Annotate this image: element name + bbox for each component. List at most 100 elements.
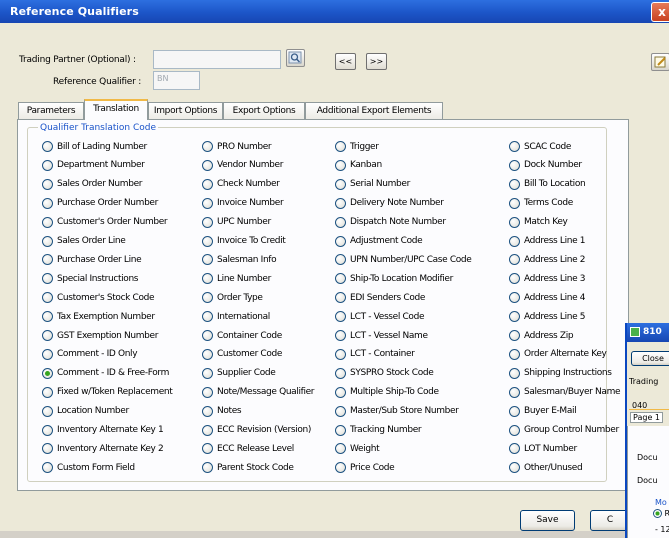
radio-button-icon [202, 330, 213, 341]
radio-option[interactable]: Order Type [202, 291, 263, 304]
radio-button-icon [509, 141, 520, 152]
radio-option[interactable]: Department Number [42, 159, 145, 172]
radio-option[interactable]: Inventory Alternate Key 2 [42, 442, 164, 455]
radio-option[interactable]: Dispatch Note Number [335, 216, 446, 229]
radio-option[interactable]: Tax Exemption Number [42, 310, 155, 323]
radio-option[interactable]: LCT - Vessel Name [335, 329, 428, 342]
radio-option-label: Ship-To Location Modifier [350, 273, 453, 284]
radio-option[interactable]: Order Alternate Key [509, 348, 607, 361]
radio-option[interactable]: Notes [202, 405, 242, 418]
radio-option[interactable]: PRO Number [202, 140, 272, 153]
radio-option-label: Kanban [350, 160, 382, 171]
radio-option[interactable]: Inventory Alternate Key 1 [42, 424, 164, 437]
radio-button-icon [509, 216, 520, 228]
radio-option[interactable]: Price Code [335, 461, 395, 474]
radio-option[interactable]: Customer Code [202, 348, 282, 361]
radio-option[interactable]: Serial Number [335, 178, 410, 191]
radio-option[interactable]: Adjustment Code [335, 235, 423, 248]
radio-option[interactable]: Salesman Info [202, 253, 277, 266]
radio-option[interactable]: Custom Form Field [42, 461, 135, 474]
title-bar[interactable]: Reference Qualifiers x [0, 0, 669, 23]
radio-option[interactable]: ECC Release Level [202, 442, 294, 455]
radio-option[interactable]: Address Line 5 [509, 310, 586, 323]
second-window-tab[interactable]: Page 1 [630, 412, 663, 423]
second-window[interactable]: 810 Close Trading 040 Page 1 Docu Docu M… [625, 323, 669, 538]
radio-option[interactable]: ECC Revision (Version) [202, 424, 311, 437]
radio-option[interactable]: Master/Sub Store Number [335, 405, 459, 418]
radio-option[interactable]: Bill of Lading Number [42, 140, 147, 153]
radio-option[interactable]: Address Line 3 [509, 272, 586, 285]
radio-option[interactable]: Line Number [202, 272, 271, 285]
radio-option[interactable]: GST Exemption Number [42, 329, 158, 342]
radio-option[interactable]: Fixed w/Token Replacement [42, 386, 173, 399]
radio-option[interactable]: Match Key [509, 216, 568, 229]
reference-qualifier-field[interactable]: BN [153, 71, 200, 90]
search-button[interactable] [286, 49, 305, 67]
tab-parameters[interactable]: Parameters [18, 102, 84, 119]
radio-option[interactable]: Ship-To Location Modifier [335, 272, 453, 285]
radio-option[interactable]: Note/Message Qualifier [202, 386, 315, 399]
radio-option[interactable]: SCAC Code [509, 140, 571, 153]
radio-option[interactable]: Check Number [202, 178, 280, 191]
previous-record-button[interactable]: << [335, 53, 356, 70]
reference-qualifier-label: Reference Qualifier : [53, 77, 142, 87]
radio-option[interactable]: Address Zip [509, 329, 574, 342]
radio-option[interactable]: Customer's Order Number [42, 216, 168, 229]
radio-option[interactable]: Dock Number [509, 159, 582, 172]
radio-option[interactable]: Trigger [335, 140, 379, 153]
radio-option[interactable]: International [202, 310, 270, 323]
radio-option[interactable]: Address Line 2 [509, 253, 586, 266]
radio-option[interactable]: Container Code [202, 329, 282, 342]
second-window-close-button[interactable]: Close [631, 351, 669, 366]
second-window-title-bar[interactable]: 810 [627, 323, 669, 342]
radio-option[interactable]: Sales Order Number [42, 178, 142, 191]
radio-option[interactable]: Invoice Number [202, 197, 284, 210]
radio-option[interactable]: Parent Stock Code [202, 461, 294, 474]
next-record-button[interactable]: >> [366, 53, 387, 70]
radio-option[interactable]: Delivery Note Number [335, 197, 444, 210]
save-button[interactable]: Save [520, 510, 575, 531]
radio-option[interactable]: UPC Number [202, 216, 271, 229]
tab-additional-export-elements[interactable]: Additional Export Elements [305, 102, 443, 119]
radio-option[interactable]: SYSPRO Stock Code [335, 367, 434, 380]
radio-option[interactable]: Purchase Order Number [42, 197, 158, 210]
radio-option[interactable]: Invoice To Credit [202, 235, 286, 248]
cancel-button[interactable]: C [590, 510, 630, 531]
radio-option[interactable]: Vendor Number [202, 159, 283, 172]
tab-import-options[interactable]: Import Options [148, 102, 223, 119]
radio-option[interactable]: Salesman/Buyer Name [509, 386, 621, 399]
radio-option[interactable]: Purchase Order Line [42, 253, 142, 266]
radio-option[interactable]: Weight [335, 442, 380, 455]
radio-option[interactable]: Comment - ID Only [42, 348, 138, 361]
radio-option-label: Address Line 3 [524, 273, 586, 284]
radio-option[interactable]: Multiple Ship-To Code [335, 386, 439, 399]
tab-export-options[interactable]: Export Options [223, 102, 305, 119]
radio-option[interactable]: Sales Order Line [42, 235, 126, 248]
radio-option[interactable]: Supplier Code [202, 367, 276, 380]
radio-option[interactable]: LCT - Vessel Code [335, 310, 424, 323]
radio-option[interactable]: Address Line 1 [509, 235, 586, 248]
radio-option[interactable]: UPN Number/UPC Case Code [335, 253, 472, 266]
trading-partner-field[interactable] [153, 50, 281, 69]
radio-option[interactable]: Customer's Stock Code [42, 291, 155, 304]
second-window-radio[interactable]: R [653, 509, 669, 518]
radio-option[interactable]: Buyer E-Mail [509, 405, 577, 418]
radio-option[interactable]: Location Number [42, 405, 129, 418]
close-window-button[interactable]: x [651, 2, 669, 22]
radio-option[interactable]: LOT Number [509, 442, 577, 455]
radio-option[interactable]: Tracking Number [335, 424, 422, 437]
edit-notes-button[interactable] [651, 53, 669, 71]
tab-translation[interactable]: Translation [84, 99, 148, 120]
radio-option[interactable]: Other/Unused [509, 461, 583, 474]
radio-option[interactable]: Kanban [335, 159, 382, 172]
radio-option[interactable]: Address Line 4 [509, 291, 586, 304]
radio-option[interactable]: Shipping Instructions [509, 367, 612, 380]
radio-option[interactable]: Special Instructions [42, 272, 139, 285]
radio-button-icon [335, 159, 346, 171]
radio-option[interactable]: Comment - ID & Free-Form [42, 367, 169, 380]
radio-option[interactable]: Terms Code [509, 197, 573, 210]
radio-option[interactable]: LCT - Container [335, 348, 415, 361]
radio-option[interactable]: Bill To Location [509, 178, 586, 191]
radio-option[interactable]: Group Control Number [509, 424, 619, 437]
radio-option[interactable]: EDI Senders Code [335, 291, 425, 304]
